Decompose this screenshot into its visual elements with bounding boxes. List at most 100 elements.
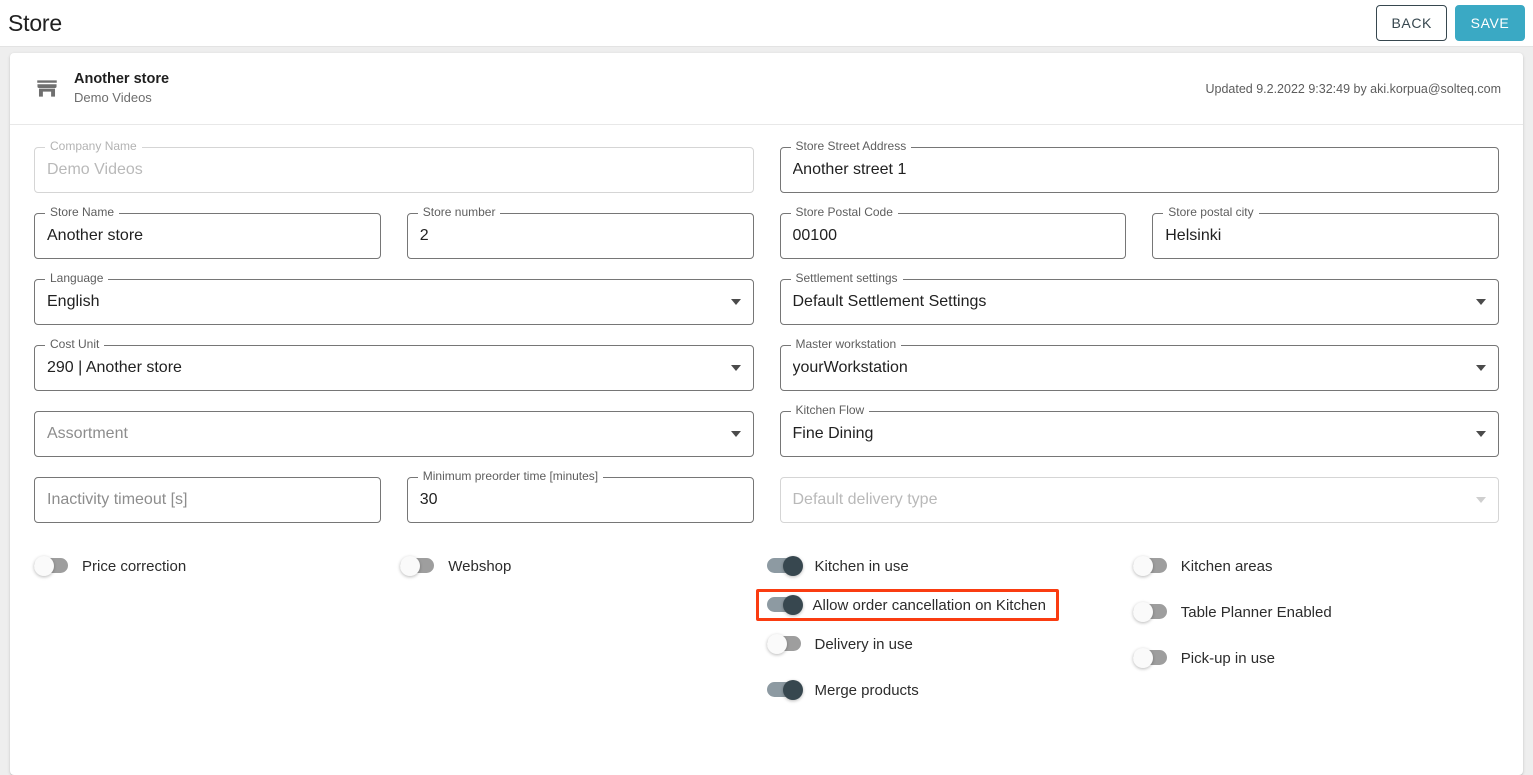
switch-knob	[783, 595, 803, 615]
language-value: English	[47, 279, 720, 325]
form-col-right-3: Settlement settings Default Settlement S…	[780, 279, 1500, 325]
store-form: Company Name Demo Videos Store Street Ad…	[10, 125, 1523, 523]
store-title: Another store	[74, 70, 169, 89]
company-name-value: Demo Videos	[47, 147, 720, 193]
chevron-down-icon[interactable]	[1476, 431, 1486, 437]
toggle-row-kitchen-areas[interactable]: Kitchen areas	[1133, 543, 1499, 589]
app-bar: Store BACK SAVE	[0, 0, 1533, 47]
allow-order-cancellation-switch[interactable]	[767, 595, 803, 615]
switch-knob	[1133, 648, 1153, 668]
toggle-row-delivery-in-use[interactable]: Delivery in use	[767, 621, 1133, 667]
assortment-select[interactable]: Assortment	[34, 411, 754, 457]
form-col-left-2: Store Name Another store Store number 2	[34, 213, 754, 259]
store-number-field[interactable]: Store number 2	[407, 213, 754, 259]
store-subtitle: Demo Videos	[74, 89, 169, 107]
switch-knob	[1133, 602, 1153, 622]
toggle-row-kitchen-in-use[interactable]: Kitchen in use	[767, 543, 1133, 589]
cost-unit-select[interactable]: Cost Unit 290 | Another store	[34, 345, 754, 391]
assortment-placeholder: Assortment	[47, 411, 720, 457]
chevron-down-icon[interactable]	[731, 299, 741, 305]
delivery-in-use-switch[interactable]	[767, 634, 803, 654]
table-planner-switch[interactable]	[1133, 602, 1169, 622]
pickup-in-use-switch[interactable]	[1133, 648, 1169, 668]
chevron-down-icon[interactable]	[731, 365, 741, 371]
toggle-row-pickup-in-use[interactable]: Pick-up in use	[1133, 635, 1499, 681]
table-planner-label: Table Planner Enabled	[1181, 604, 1332, 621]
merge-products-switch[interactable]	[767, 680, 803, 700]
form-col-right-4: Master workstation yourWorkstation	[780, 345, 1500, 391]
chevron-down-icon[interactable]	[731, 431, 741, 437]
default-delivery-type-select[interactable]: Default delivery type	[780, 477, 1500, 523]
card-header-titles: Another store Demo Videos	[74, 70, 169, 107]
company-name-field[interactable]: Company Name Demo Videos	[34, 147, 754, 193]
switch-knob	[767, 634, 787, 654]
kitchen-flow-select[interactable]: Kitchen Flow Fine Dining	[780, 411, 1500, 457]
language-select[interactable]: Language English	[34, 279, 754, 325]
toggle-row-webshop[interactable]: Webshop	[400, 543, 766, 589]
inactivity-timeout-placeholder: Inactivity timeout [s]	[47, 477, 347, 523]
store-name-field[interactable]: Store Name Another store	[34, 213, 381, 259]
store-postal-city-field[interactable]: Store postal city Helsinki	[1152, 213, 1499, 259]
minimum-preorder-time-value: 30	[420, 477, 720, 523]
toggle-row-price-correction[interactable]: Price correction	[34, 543, 400, 589]
store-postal-code-value: 00100	[793, 213, 1093, 259]
save-button[interactable]: SAVE	[1455, 5, 1525, 41]
toggle-section: Price correction Webshop	[10, 543, 1523, 713]
default-delivery-type-placeholder: Default delivery type	[793, 477, 1466, 523]
minimum-preorder-time-field[interactable]: Minimum preorder time [minutes] 30	[407, 477, 754, 523]
form-col-right-2: Store Postal Code 00100 Store postal cit…	[780, 213, 1500, 259]
updated-info: Updated 9.2.2022 9:32:49 by aki.korpua@s…	[1205, 82, 1501, 96]
form-col-right-6: Default delivery type	[780, 477, 1500, 523]
inactivity-timeout-field[interactable]: Inactivity timeout [s]	[34, 477, 381, 523]
switch-knob	[34, 556, 54, 576]
toggle-row-merge-products[interactable]: Merge products	[767, 667, 1133, 713]
switch-knob	[1133, 556, 1153, 576]
form-col-right-5: Kitchen Flow Fine Dining	[780, 411, 1500, 457]
form-col-left-4: Cost Unit 290 | Another store	[34, 345, 754, 391]
form-col-left-5: Assortment	[34, 411, 754, 457]
store-street-field[interactable]: Store Street Address Another street 1	[780, 147, 1500, 193]
toggle-row-allow-order-cancellation[interactable]: Allow order cancellation on Kitchen	[756, 589, 1059, 621]
toggle-column-2: Webshop	[400, 543, 766, 713]
form-row-2: Store Name Another store Store number 2 …	[34, 213, 1499, 259]
chevron-down-icon[interactable]	[1476, 299, 1486, 305]
toggle-row-table-planner[interactable]: Table Planner Enabled	[1133, 589, 1499, 635]
form-row-4: Cost Unit 290 | Another store Master wor…	[34, 345, 1499, 391]
page-title: Store	[8, 10, 62, 37]
kitchen-in-use-label: Kitchen in use	[815, 558, 909, 575]
back-button[interactable]: BACK	[1376, 5, 1447, 41]
settlement-settings-select[interactable]: Settlement settings Default Settlement S…	[780, 279, 1500, 325]
form-col-right-1: Store Street Address Another street 1	[780, 147, 1500, 193]
store-card: Another store Demo Videos Updated 9.2.20…	[10, 53, 1523, 775]
toggle-column-4: Kitchen areas Table Planner Enabled Pick…	[1133, 543, 1499, 713]
chevron-down-icon[interactable]	[1476, 497, 1486, 503]
form-row-3: Language English Settlement settings Def…	[34, 279, 1499, 325]
store-number-value: 2	[420, 213, 720, 259]
webshop-switch[interactable]	[400, 556, 436, 576]
form-row-1: Company Name Demo Videos Store Street Ad…	[34, 147, 1499, 193]
webshop-label: Webshop	[448, 558, 511, 575]
price-correction-label: Price correction	[82, 558, 186, 575]
kitchen-in-use-switch[interactable]	[767, 556, 803, 576]
store-street-value: Another street 1	[793, 147, 1466, 193]
switch-knob	[400, 556, 420, 576]
form-col-left-6: Inactivity timeout [s] Minimum preorder …	[34, 477, 754, 523]
pickup-in-use-label: Pick-up in use	[1181, 650, 1275, 667]
form-row-6: Inactivity timeout [s] Minimum preorder …	[34, 477, 1499, 523]
switch-knob	[783, 680, 803, 700]
delivery-in-use-label: Delivery in use	[815, 636, 913, 653]
form-col-left-1: Company Name Demo Videos	[34, 147, 754, 193]
cost-unit-value: 290 | Another store	[47, 345, 720, 391]
settlement-settings-value: Default Settlement Settings	[793, 279, 1466, 325]
kitchen-areas-switch[interactable]	[1133, 556, 1169, 576]
store-icon	[34, 76, 60, 102]
kitchen-areas-label: Kitchen areas	[1181, 558, 1273, 575]
chevron-down-icon[interactable]	[1476, 365, 1486, 371]
store-postal-city-value: Helsinki	[1165, 213, 1465, 259]
page-body: Another store Demo Videos Updated 9.2.20…	[0, 47, 1533, 775]
card-header: Another store Demo Videos Updated 9.2.20…	[10, 53, 1523, 125]
kitchen-flow-value: Fine Dining	[793, 411, 1466, 457]
price-correction-switch[interactable]	[34, 556, 70, 576]
master-workstation-select[interactable]: Master workstation yourWorkstation	[780, 345, 1500, 391]
store-postal-code-field[interactable]: Store Postal Code 00100	[780, 213, 1127, 259]
